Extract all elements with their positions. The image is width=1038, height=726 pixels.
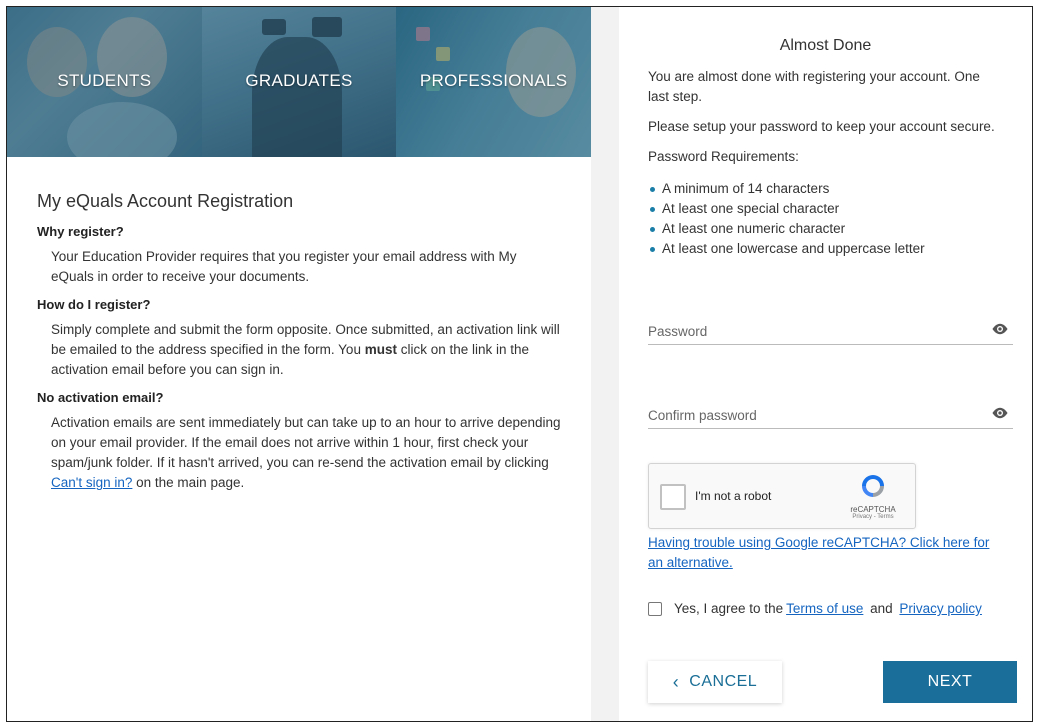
almost-done-title: Almost Done [779, 37, 872, 54]
info-content: My eQuals Account Registration Why regis… [7, 157, 591, 493]
registration-window: STUDENTS GRADUATES PROFESSIONALS My eQua… [6, 6, 1033, 722]
noact-text-part-2: on the main page. [132, 475, 245, 490]
agree-and-text: and [866, 601, 897, 616]
recaptcha-logo: reCAPTCHA Privacy - Terms [843, 472, 903, 520]
requirement-item: At least one lowercase and uppercase let… [648, 239, 1003, 259]
recaptcha-alternative-link[interactable]: Having trouble using Google reCAPTCHA? C… [648, 535, 989, 570]
show-confirm-password-eye-icon[interactable] [991, 407, 1009, 419]
recaptcha-label: I'm not a robot [695, 489, 772, 503]
setup-text: Please setup your password to keep your … [648, 119, 995, 134]
terms-of-use-link[interactable]: Terms of use [786, 601, 863, 616]
show-password-eye-icon[interactable] [991, 323, 1009, 335]
no-activation-text: Activation emails are sent immediately b… [37, 413, 561, 493]
how-register-heading: How do I register? [37, 297, 151, 312]
password-setup-pane: Almost Done You are almost done with reg… [619, 7, 1032, 721]
banner-label-students: STUDENTS [57, 71, 152, 90]
cant-sign-in-link[interactable]: Can't sign in? [51, 475, 132, 490]
cancel-label: CANCEL [689, 673, 758, 690]
chevron-left-icon: ‹ [672, 671, 680, 692]
info-pane: STUDENTS GRADUATES PROFESSIONALS My eQua… [7, 7, 591, 721]
requirement-item: At least one special character [648, 199, 1003, 219]
noact-text-part-1: Activation emails are sent immediately b… [51, 415, 561, 470]
how-register-text: Simply complete and submit the form oppo… [37, 320, 561, 380]
banner-panel-professionals: PROFESSIONALS [396, 7, 591, 157]
banner-label-graduates: GRADUATES [245, 71, 353, 90]
banner-label-professionals: PROFESSIONALS [419, 71, 568, 90]
why-register-text: Your Education Provider requires that yo… [51, 249, 517, 284]
recaptcha-icon [862, 475, 884, 497]
banner-panel-graduates: GRADUATES [201, 7, 397, 157]
next-button[interactable]: NEXT [883, 661, 1017, 703]
pane-divider [591, 7, 619, 721]
banner-panel-students: STUDENTS [7, 7, 202, 157]
requirements-heading: Password Requirements: [648, 149, 799, 164]
recaptcha-brand: reCAPTCHA [850, 505, 896, 514]
agree-text: Yes, I agree to the [674, 601, 784, 616]
why-register-heading: Why register? [37, 224, 124, 239]
intro-text: You are almost done with registering you… [648, 69, 980, 104]
confirm-password-input[interactable] [648, 389, 1013, 428]
no-activation-heading: No activation email? [37, 390, 164, 405]
privacy-policy-link[interactable]: Privacy policy [899, 601, 982, 616]
recaptcha-widget: I'm not a robot reCAPTCHA Privacy - Term… [648, 463, 916, 529]
page-title: My eQuals Account Registration [37, 191, 294, 211]
requirement-item: A minimum of 14 characters [648, 179, 1003, 199]
requirement-item: At least one numeric character [648, 219, 1003, 239]
requirements-list: A minimum of 14 characters At least one … [648, 179, 1003, 259]
hero-banner: STUDENTS GRADUATES PROFESSIONALS [7, 7, 591, 157]
password-field-wrapper [648, 305, 1013, 345]
recaptcha-checkbox[interactable] [660, 484, 686, 510]
how-text-emphasis: must [364, 342, 397, 357]
cancel-button[interactable]: ‹ CANCEL [648, 661, 782, 703]
recaptcha-help-wrapper: Having trouble using Google reCAPTCHA? C… [648, 533, 1008, 573]
agree-row: Yes, I agree to the Terms of use and Pri… [648, 601, 1003, 616]
recaptcha-terms[interactable]: Privacy - Terms [843, 514, 903, 520]
password-input[interactable] [648, 305, 1013, 344]
action-buttons: ‹ CANCEL NEXT [648, 661, 1017, 705]
confirm-password-field-wrapper [648, 389, 1013, 429]
agree-checkbox[interactable] [648, 601, 662, 616]
